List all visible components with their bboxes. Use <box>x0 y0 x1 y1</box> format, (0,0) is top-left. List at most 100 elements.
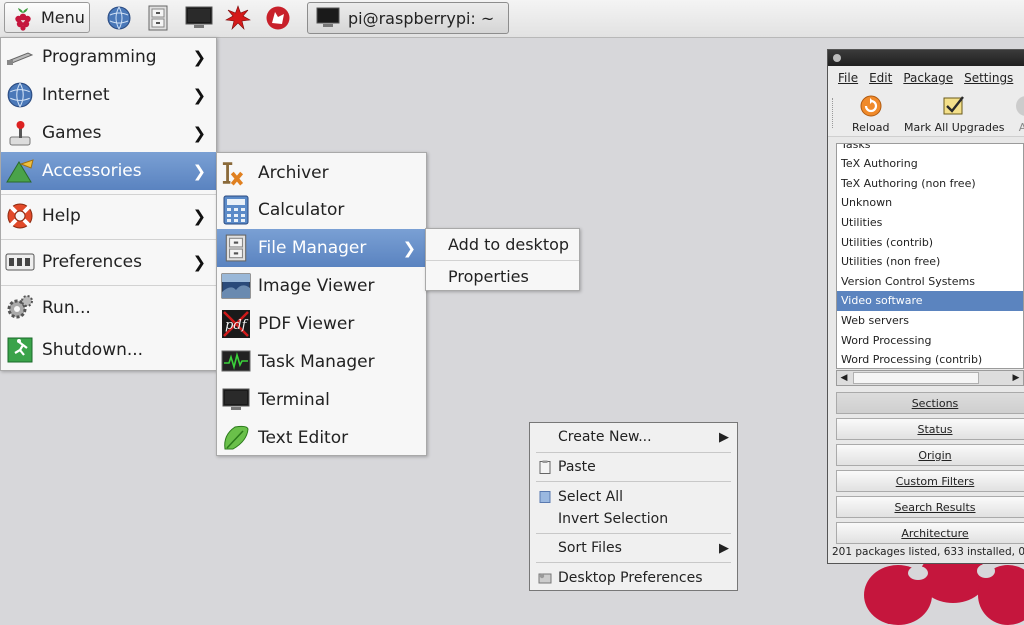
scroll-right-icon[interactable]: ▶ <box>1009 371 1023 385</box>
scrollbar-thumb[interactable] <box>853 372 979 384</box>
menu-button-label: Menu <box>41 8 85 27</box>
terminal-icon <box>221 385 251 415</box>
list-item-selected[interactable]: Video software <box>837 291 1023 311</box>
list-item[interactable]: Web servers <box>837 311 1023 331</box>
horizontal-scrollbar[interactable]: ◀ ▶ <box>836 370 1024 386</box>
mathematica-launcher[interactable] <box>223 4 253 32</box>
filter-search-results-button[interactable]: Search Results <box>836 496 1024 518</box>
menu-item-run[interactable]: Run... <box>1 288 216 328</box>
globe-icon <box>107 6 131 30</box>
clipboard-icon <box>539 460 551 474</box>
web-browser-launcher[interactable] <box>104 4 134 32</box>
list-item[interactable]: Unknown <box>837 193 1023 213</box>
menu-item-image-viewer[interactable]: Image Viewer <box>217 267 426 305</box>
submenu-arrow-icon: ❯ <box>192 161 206 181</box>
menu-file[interactable]: File <box>838 71 858 85</box>
select-all-icon <box>539 491 551 503</box>
ctx-sort-files[interactable]: Sort Files ▶ <box>530 537 737 559</box>
list-item[interactable]: Tasks <box>837 144 1023 155</box>
mark-all-upgrades-button[interactable]: Mark All Upgrades <box>904 94 1005 134</box>
window-menubar: File Edit Package Settings He <box>828 66 1024 90</box>
menu-item-programming[interactable]: Programming ❯ <box>1 39 216 75</box>
mark-upgrades-icon <box>943 96 965 115</box>
menu-separator <box>536 562 731 563</box>
menu-item-text-editor[interactable]: Text Editor <box>217 419 426 457</box>
file-manager-submenu: Add to desktop Properties <box>425 228 580 291</box>
filter-custom-filters-button[interactable]: Custom Filters <box>836 470 1024 492</box>
file-cabinet-icon <box>148 5 168 31</box>
menu-separator <box>536 481 731 482</box>
menu-separator <box>426 260 579 261</box>
menu-item-preferences[interactable]: Preferences ❯ <box>1 242 216 282</box>
menu-item-accessories[interactable]: Accessories ❯ <box>1 152 216 190</box>
menu-item-file-manager[interactable]: File Manager ❯ <box>217 229 426 267</box>
file-manager-launcher[interactable] <box>143 4 173 32</box>
raspberry-pi-icon <box>833 54 841 62</box>
submenu-arrow-icon: ❯ <box>192 206 206 226</box>
preferences-icon <box>5 247 35 277</box>
filter-origin-button[interactable]: Origin <box>836 444 1024 466</box>
filter-sections-button[interactable]: Sections <box>836 392 1024 414</box>
lifebuoy-icon <box>5 201 35 231</box>
wolf-icon <box>266 6 290 30</box>
menu-item-add-to-desktop[interactable]: Add to desktop <box>426 229 579 259</box>
terminal-task-button[interactable]: pi@raspberrypi: ~ <box>307 2 509 34</box>
list-item[interactable]: TeX Authoring <box>837 154 1023 174</box>
list-item[interactable]: Version Control Systems <box>837 272 1023 292</box>
list-item[interactable]: Utilities (contrib) <box>837 232 1023 252</box>
menu-button[interactable]: Menu <box>4 2 90 33</box>
menu-edit[interactable]: Edit <box>869 71 892 85</box>
ctx-desktop-preferences[interactable]: Desktop Preferences <box>530 567 737 589</box>
apply-button[interactable]: Ap <box>1014 94 1024 134</box>
raspberry-pi-logo <box>864 555 1024 625</box>
submenu-arrow-icon: ❯ <box>192 85 206 105</box>
ctx-paste[interactable]: Paste <box>530 456 737 478</box>
window-toolbar: Reload Mark All Upgrades Ap <box>828 90 1024 137</box>
menu-item-archiver[interactable]: Archiver <box>217 154 426 191</box>
calculator-icon <box>221 195 251 225</box>
menu-item-games[interactable]: Games ❯ <box>1 114 216 152</box>
filter-status-button[interactable]: Status <box>836 418 1024 440</box>
exit-icon <box>5 335 35 365</box>
reload-button[interactable]: Reload <box>852 94 889 134</box>
filter-architecture-button[interactable]: Architecture <box>836 522 1024 544</box>
toolbar-handle[interactable] <box>832 98 835 128</box>
menu-item-internet[interactable]: Internet ❯ <box>1 76 216 114</box>
menu-item-shutdown[interactable]: Shutdown... <box>1 331 216 369</box>
ctx-create-new[interactable]: Create New... ▶ <box>530 426 737 448</box>
wolfram-launcher[interactable] <box>263 4 293 32</box>
pdf-icon: pdf <box>221 309 251 339</box>
task-monitor-icon <box>221 347 251 377</box>
top-panel: Menu pi@raspberrypi: ~ <box>0 0 1024 38</box>
menu-item-task-manager[interactable]: Task Manager <box>217 343 426 381</box>
terminal-launcher[interactable] <box>184 4 214 32</box>
text-editor-icon <box>221 423 251 453</box>
list-item[interactable]: Word Processing (contrib) <box>837 350 1023 368</box>
sections-list[interactable]: Tasks TeX Authoring TeX Authoring (non f… <box>836 143 1024 369</box>
list-item[interactable]: Utilities (non free) <box>837 252 1023 272</box>
list-item[interactable]: TeX Authoring (non free) <box>837 174 1023 194</box>
main-menu: Programming ❯ Internet ❯ Games ❯ Accesso… <box>0 37 217 371</box>
submenu-arrow-icon: ❯ <box>192 123 206 143</box>
menu-item-pdf-viewer[interactable]: pdf PDF Viewer <box>217 305 426 343</box>
reload-icon <box>860 95 882 117</box>
menu-separator <box>1 194 216 195</box>
list-item[interactable]: Word Processing <box>837 330 1023 350</box>
list-item[interactable]: Utilities <box>837 213 1023 233</box>
raspberry-pi-icon <box>15 7 31 31</box>
menu-item-help[interactable]: Help ❯ <box>1 197 216 235</box>
status-bar: 201 packages listed, 633 installed, 0 br <box>832 546 1024 558</box>
programming-icon <box>5 42 35 72</box>
ctx-invert-selection[interactable]: Invert Selection <box>530 508 737 530</box>
ctx-select-all[interactable]: Select All <box>530 486 737 508</box>
menu-item-terminal[interactable]: Terminal <box>217 381 426 419</box>
menu-separator <box>536 533 731 534</box>
scroll-left-icon[interactable]: ◀ <box>837 371 851 385</box>
menu-package[interactable]: Package <box>903 71 953 85</box>
synaptic-window: File Edit Package Settings He Reload Mar… <box>827 49 1024 564</box>
menu-item-calculator[interactable]: Calculator <box>217 191 426 229</box>
menu-item-properties[interactable]: Properties <box>426 262 579 291</box>
menu-settings[interactable]: Settings <box>964 71 1013 85</box>
submenu-arrow-icon: ▶ <box>719 540 729 556</box>
window-titlebar[interactable] <box>828 50 1024 66</box>
